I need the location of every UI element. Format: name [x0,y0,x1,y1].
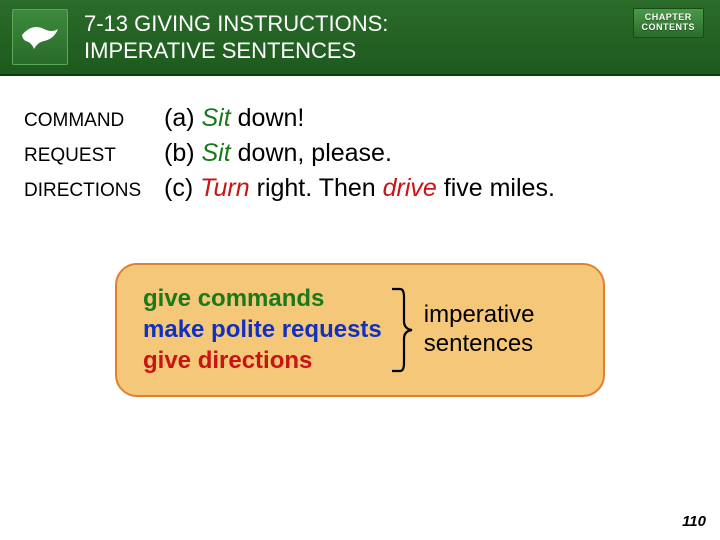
c-rest: five miles. [437,174,555,202]
summary-line1: give commands [143,283,382,314]
b-rest: down, please. [231,139,392,167]
logo-icon [12,9,68,65]
row-request: REQUEST (b) Sit down, please. [24,139,696,168]
chapter-contents-button[interactable]: CHAPTER CONTENTS [633,8,705,38]
label-directions: DIRECTIONS [24,180,164,202]
c-prefix: (c) [164,174,200,202]
row-command: COMMAND (a) Sit down! [24,104,696,133]
b-prefix: (b) [164,139,202,167]
summary-line3: give directions [143,345,382,376]
bracket-icon [390,285,414,375]
a-verb: Sit [202,104,231,132]
row-directions: DIRECTIONS (c) Turn right. Then drive fi… [24,174,696,203]
example-a: (a) Sit down! [164,104,304,133]
summary-right: imperative sentences [424,301,535,359]
label-request: REQUEST [24,145,164,167]
b-verb: Sit [202,139,231,167]
slide-title: 7-13 GIVING INSTRUCTIONS: IMPERATIVE SEN… [84,10,504,65]
summary-line2: make polite requests [143,314,382,345]
a-rest: down! [231,104,305,132]
header-bar: 7-13 GIVING INSTRUCTIONS: IMPERATIVE SEN… [0,0,720,76]
chapter-btn-line2: CONTENTS [642,23,696,33]
summary-right-2: sentences [424,330,535,359]
c-verb1: Turn [200,174,250,202]
content-area: COMMAND (a) Sit down! REQUEST (b) Sit do… [0,76,720,397]
example-c: (c) Turn right. Then drive five miles. [164,174,555,203]
c-mid: right. Then [250,174,383,202]
summary-left: give commands make polite requests give … [143,283,382,377]
summary-right-1: imperative [424,301,535,330]
label-command: COMMAND [24,110,164,132]
page-number: 110 [682,513,706,530]
a-prefix: (a) [164,104,202,132]
c-verb2: drive [383,174,437,202]
example-b: (b) Sit down, please. [164,139,392,168]
summary-box: give commands make polite requests give … [115,263,605,397]
